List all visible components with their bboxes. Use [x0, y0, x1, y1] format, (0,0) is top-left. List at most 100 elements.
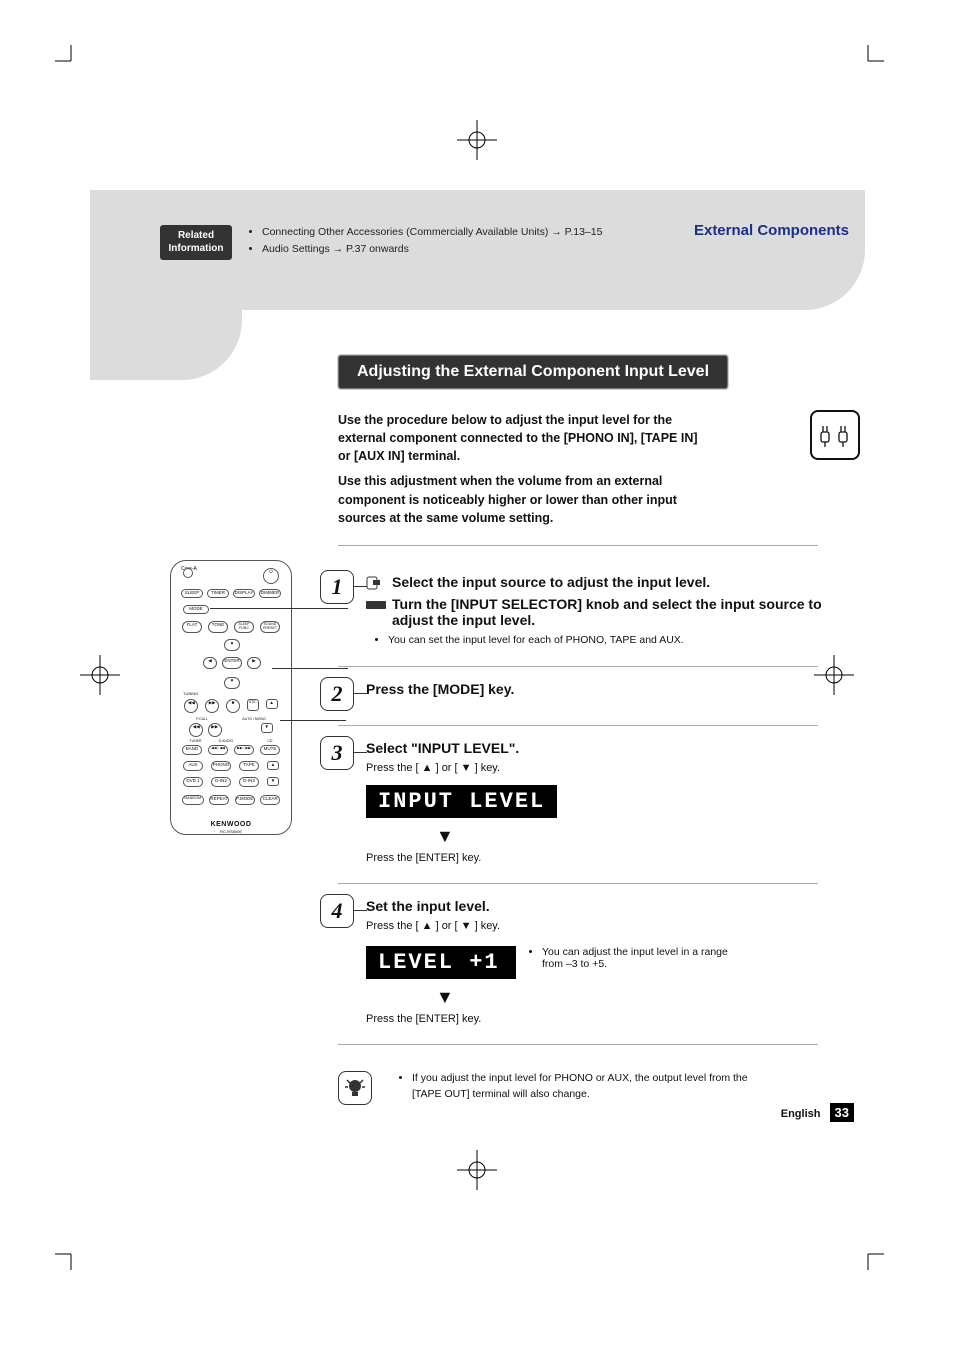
power-icon: ⏻: [263, 568, 279, 584]
step-1: 1 Select the input source to adjust the …: [320, 570, 865, 646]
remote-sleepfunc: SLEEP FUNC: [234, 621, 254, 633]
remote-prev: ◀◀: [184, 699, 198, 713]
crop-mark-top-right: [862, 45, 884, 67]
remote-up: ▲: [224, 639, 240, 651]
remote-repeat: REPEAT: [209, 795, 229, 805]
remote-aux: AUX: [183, 761, 203, 771]
remote-clear: CLEAR: [260, 795, 280, 805]
topic-title: Adjusting the External Component Input L…: [338, 355, 728, 389]
step-3: 3 Select "INPUT LEVEL". Press the [ ▲ ] …: [320, 736, 865, 869]
remote-control-diagram: Core-A ⏻ SLEEP TIMER DISPLAY DIMMER MODE…: [170, 560, 292, 835]
step-number: 4: [320, 894, 354, 928]
separator: [338, 725, 818, 726]
related-line2: Information: [169, 243, 224, 254]
step1-unit-title: Turn the [INPUT SELECTOR] knob and selec…: [366, 596, 865, 628]
related-info-list: Connecting Other Accessories (Commercial…: [250, 224, 602, 258]
main-unit-icon: [366, 598, 386, 612]
remote-timer: TIMER: [207, 589, 229, 598]
remote-enter: ENTER: [222, 657, 242, 669]
remote-flat: FLAT: [182, 621, 202, 633]
registration-mark-bottom: [457, 1150, 497, 1190]
crop-mark-top-left: [55, 45, 77, 67]
registration-mark-top: [457, 120, 497, 160]
remote-vol-up: ▲: [267, 761, 279, 770]
footer-language: English: [781, 1108, 821, 1120]
tip-list: If you adjust the input level for PHONO …: [400, 1071, 780, 1103]
separator: [338, 1044, 818, 1045]
remote-next: ▶▶: [205, 699, 219, 713]
remote-eject: ▲: [266, 699, 278, 709]
remote-tone: TONE: [208, 621, 228, 633]
page-footer: English 33: [781, 1105, 854, 1120]
lightbulb-icon: [338, 1071, 372, 1105]
remote-sleep: SLEEP: [181, 589, 203, 598]
step-2: 2 Press the [MODE] key.: [320, 677, 865, 711]
remote-tuning-label: TUNING: [183, 691, 198, 696]
step-4: 4 Set the input level. Press the [ ▲ ] o…: [320, 894, 865, 1030]
remote-tape: TAPE: [239, 761, 259, 771]
remote-dvd1: DVD 1: [183, 777, 203, 787]
down-arrow-icon: ▼: [436, 826, 865, 847]
remote-dot-button: [183, 568, 193, 578]
remote-phono: PHONO: [211, 761, 231, 771]
remote-din2: D-IN2: [211, 777, 231, 787]
crop-mark-bottom-left: [55, 1248, 77, 1270]
remote-display: DISPLAY: [233, 589, 255, 598]
step4-sub: Press the [ ▲ ] or [ ▼ ] key.: [366, 920, 865, 932]
step-number: 3: [320, 736, 354, 770]
leader-line: [272, 668, 348, 669]
lcd-display: LEVEL +1: [366, 946, 516, 979]
step4-enter: Press the [ENTER] key.: [366, 1013, 865, 1025]
remote-left: ◀: [203, 657, 217, 669]
remote-icon: [366, 576, 386, 590]
step3-sub: Press the [ ▲ ] or [ ▼ ] key.: [366, 762, 865, 774]
footer-page-number: 33: [830, 1103, 854, 1122]
remote-model: RC-RS800E: [171, 829, 291, 834]
connection-icon: [810, 410, 860, 460]
separator: [338, 883, 818, 884]
tip-row: If you adjust the input level for PHONO …: [338, 1071, 865, 1105]
related-item: Connecting Other Accessories (Commercial…: [262, 224, 602, 241]
step-number: 2: [320, 677, 354, 711]
step4-title: Set the input level.: [366, 898, 865, 914]
related-item: Audio Settings → P.37 onwards: [262, 241, 602, 258]
step4-side-note: You can adjust the input level in a rang…: [542, 946, 732, 970]
remote-mute: MUTE: [260, 745, 280, 755]
remote-din3: D-IN3: [239, 777, 259, 787]
remote-ste: STE.: [247, 699, 259, 711]
section-header: External Components: [694, 222, 849, 239]
down-arrow-icon: ▼: [436, 987, 865, 1008]
remote-fwd: ▶▶ / ▶▶: [234, 745, 254, 755]
related-info-tag: Related Information: [160, 225, 232, 260]
tip-text: If you adjust the input level for PHONO …: [412, 1071, 780, 1103]
leader-line: [280, 720, 346, 721]
remote-brand: KENWOOD: [171, 821, 291, 828]
remote-band: BAND: [182, 745, 202, 755]
remote-vol-down: ▼: [267, 777, 279, 786]
step1-remote-title: Select the input source to adjust the in…: [366, 574, 865, 590]
remote-eject-down: ▼: [261, 723, 273, 733]
remote-right: ▶: [247, 657, 261, 669]
remote-pcall-next: ▶▶: [208, 723, 222, 737]
remote-soundpreset: SOUND PRESET: [260, 621, 280, 633]
header-background-extension: [90, 190, 242, 380]
remote-rew: ◀◀ / ◀◀: [208, 745, 228, 755]
separator: [338, 666, 818, 667]
intro-paragraph-2: Use this adjustment when the volume from…: [338, 472, 703, 526]
step3-title: Select "INPUT LEVEL".: [366, 740, 865, 756]
remote-random: RANDOM: [182, 795, 204, 805]
step2-title: Press the [MODE] key.: [366, 681, 865, 697]
remote-dimmer: DIMMER: [259, 589, 281, 598]
lcd-display: INPUT LEVEL: [366, 785, 557, 818]
remote-stop: ■: [226, 699, 240, 713]
step3-enter: Press the [ENTER] key.: [366, 852, 865, 864]
remote-down: ▼: [224, 677, 240, 689]
intro-paragraph-1: Use the procedure below to adjust the in…: [338, 411, 703, 465]
separator: [338, 545, 818, 546]
related-line1: Related: [178, 230, 214, 241]
step1-note: You can set the input level for each of …: [388, 634, 865, 646]
leader-line: [210, 608, 348, 609]
steps-container: 1 Select the input source to adjust the …: [320, 545, 865, 1045]
remote-mode: MODE: [183, 605, 209, 614]
step-number: 1: [320, 570, 354, 604]
